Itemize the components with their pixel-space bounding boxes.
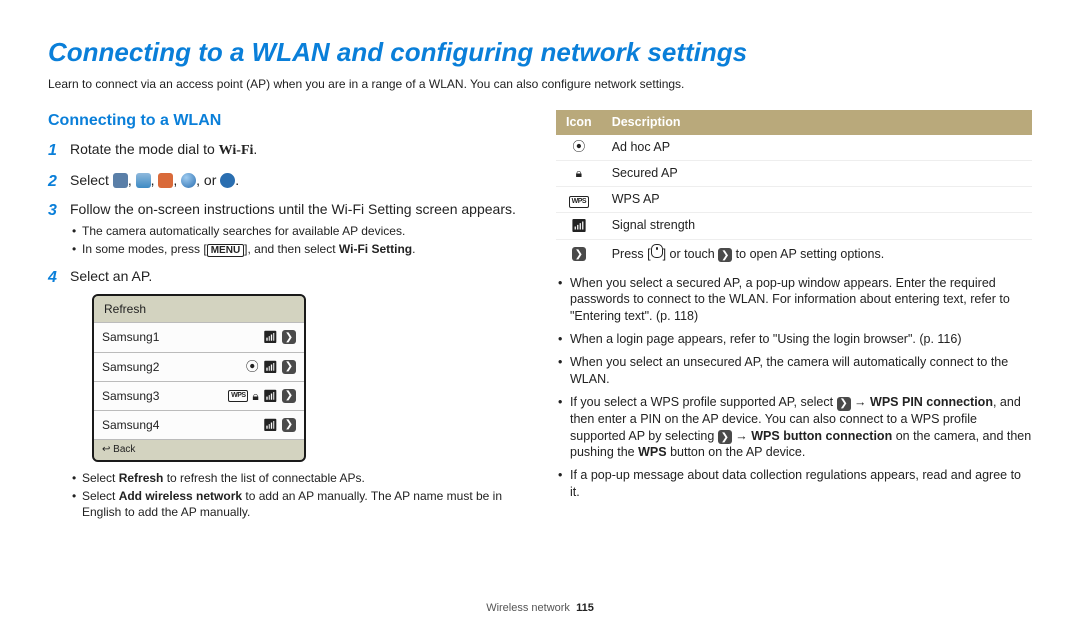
th-desc: Description xyxy=(602,110,1032,135)
device-refresh: Refresh xyxy=(94,296,304,322)
wifi-icon: 📶︎ xyxy=(263,388,278,404)
wps-icon: WPS xyxy=(228,390,248,402)
after-note-1: Select Refresh to refresh the list of co… xyxy=(70,470,524,486)
footer-section: Wireless network xyxy=(486,602,570,614)
note-5: If a pop-up message about data collectio… xyxy=(556,467,1032,501)
ap-row-1: Samsung1 📶︎ ❯ xyxy=(94,322,304,351)
note-3: When you select an unsecured AP, the cam… xyxy=(556,354,1032,388)
intro-text: Learn to connect via an access point (AP… xyxy=(48,76,1032,92)
step3-text: Follow the on-screen instructions until … xyxy=(70,201,516,217)
left-column: Connecting to a WLAN 1 Rotate the mode d… xyxy=(48,110,524,530)
page-number: 115 xyxy=(576,602,594,614)
step-2: 2 Select , , , , or . xyxy=(48,171,524,190)
table-row: 🔒︎ Secured AP xyxy=(556,161,1032,187)
arrow-icon: ❯ xyxy=(282,330,296,344)
arrow-icon: ❯ xyxy=(837,397,851,411)
device-back: ↩ Back xyxy=(94,439,304,460)
arrow-icon: ❯ xyxy=(718,248,732,262)
wifi-icon: 📶︎ xyxy=(263,417,278,433)
arrow-icon: ❯ xyxy=(282,360,296,374)
arrow-icon: ❯ xyxy=(282,418,296,432)
note-2: When a login page appears, refer to "Usi… xyxy=(556,331,1032,348)
th-icon: Icon xyxy=(556,110,602,135)
step-3: 3 Follow the on-screen instructions unti… xyxy=(48,200,524,258)
lock-icon: 🔒︎ xyxy=(576,166,582,180)
scroll-icon xyxy=(651,244,663,258)
select-icon-5 xyxy=(220,173,235,188)
ap-row-3: Samsung3 WPS 🔒︎ 📶︎ ❯ xyxy=(94,381,304,410)
select-icon-2 xyxy=(136,173,151,188)
step3-sub1: The camera automatically searches for av… xyxy=(70,223,524,239)
table-row: 📶︎ Signal strength xyxy=(556,212,1032,239)
arrow-icon: ❯ xyxy=(282,389,296,403)
adhoc-icon: ⦿ xyxy=(572,139,585,154)
step3-sub2: In some modes, press [MENU], and then se… xyxy=(70,241,524,258)
menu-key-icon: MENU xyxy=(207,244,244,257)
select-icon-3 xyxy=(158,173,173,188)
note-1: When you select a secured AP, a pop-up w… xyxy=(556,275,1032,326)
adhoc-icon: ⦿ xyxy=(246,360,259,374)
right-column: Icon Description ⦿ Ad hoc AP 🔒︎ Secured … xyxy=(556,110,1032,530)
step2-pre: Select xyxy=(70,172,113,188)
section-heading: Connecting to a WLAN xyxy=(48,110,524,132)
wifi-icon: 📶︎ xyxy=(263,359,278,375)
table-row: ⦿ Ad hoc AP xyxy=(556,135,1032,160)
select-icon-4 xyxy=(181,173,196,188)
signal-icon: 📶︎ xyxy=(571,218,588,233)
lock-icon: 🔒︎ xyxy=(252,389,258,403)
wifi-icon: 📶︎ xyxy=(263,329,278,345)
arrow-icon: ❯ xyxy=(572,247,586,261)
step-4: 4 Select an AP. Refresh Samsung1 📶︎ ❯ Sa… xyxy=(48,267,524,520)
after-note-2: Select Add wireless network to add an AP… xyxy=(70,488,524,520)
ap-list-device: Refresh Samsung1 📶︎ ❯ Samsung2 ⦿ 📶︎ xyxy=(92,294,306,461)
step-1: 1 Rotate the mode dial to Wi-Fi. xyxy=(48,140,524,161)
step1-pre: Rotate the mode dial to xyxy=(70,141,219,157)
page-title: Connecting to a WLAN and configuring net… xyxy=(48,35,1032,70)
table-row: WPS WPS AP xyxy=(556,186,1032,212)
page-footer: Wireless network 115 xyxy=(0,601,1080,616)
wifi-word-icon: Wi-Fi xyxy=(219,143,254,158)
wps-icon: WPS xyxy=(569,196,589,208)
note-4: If you select a WPS profile supported AP… xyxy=(556,394,1032,462)
ap-row-4: Samsung4 📶︎ ❯ xyxy=(94,410,304,439)
icon-description-table: Icon Description ⦿ Ad hoc AP 🔒︎ Secured … xyxy=(556,110,1032,266)
select-icon-1 xyxy=(113,173,128,188)
table-row: ❯ Press [] or touch ❯ to open AP setting… xyxy=(556,239,1032,266)
step1-post: . xyxy=(253,141,257,157)
ap-row-2: Samsung2 ⦿ 📶︎ ❯ xyxy=(94,352,304,381)
step4-text: Select an AP. xyxy=(70,268,152,284)
arrow-icon: ❯ xyxy=(718,430,732,444)
